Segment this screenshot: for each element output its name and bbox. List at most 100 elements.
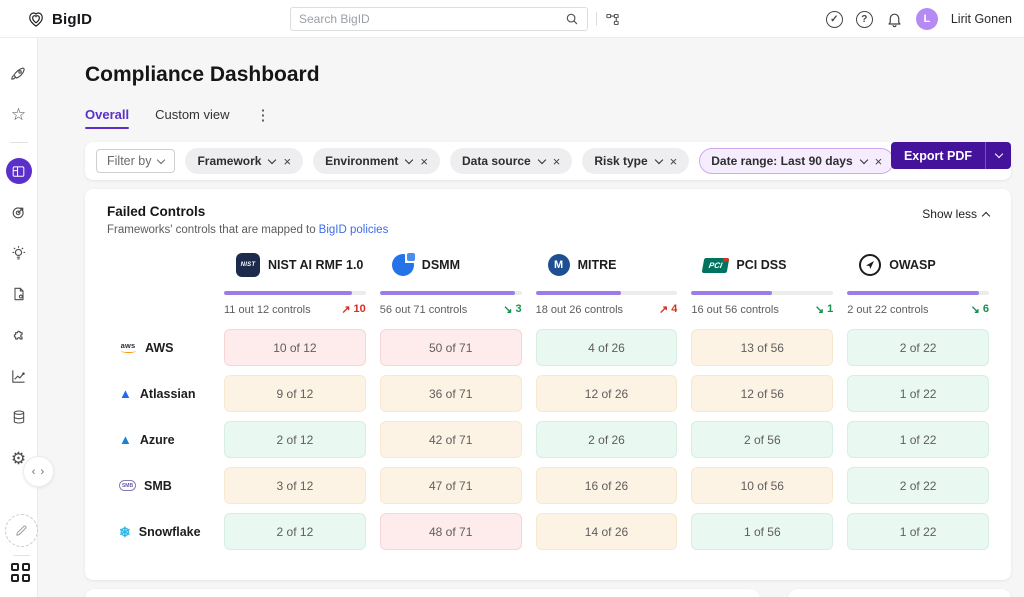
control-cell[interactable]: 36 of 71 (380, 375, 522, 412)
chevron-down-icon (537, 155, 545, 163)
pencil-icon (14, 523, 29, 538)
search-divider (596, 12, 597, 26)
filter-chip-date-range[interactable]: Date range: Last 90 days × (699, 148, 894, 174)
control-cell[interactable]: 48 of 71 (380, 513, 522, 550)
nist-logo-icon: NIST (236, 253, 260, 277)
remove-filter-icon[interactable]: × (670, 155, 678, 168)
sidebar-footer-divider (13, 555, 30, 556)
control-cell[interactable]: 3 of 12 (224, 467, 366, 504)
snowflake-logo-icon: ❄ (119, 525, 131, 539)
remove-filter-icon[interactable]: × (875, 155, 883, 168)
remove-filter-icon[interactable]: × (283, 155, 291, 168)
topbar-actions: ✓ ? L Lirit Gonen (826, 0, 1012, 38)
control-cell[interactable]: 12 of 56 (691, 375, 833, 412)
bigid-logo[interactable]: BigID (26, 0, 92, 38)
owasp-logo-icon (859, 254, 881, 276)
control-cell[interactable]: 10 of 12 (224, 329, 366, 366)
chevron-down-icon (994, 150, 1002, 158)
status-check-icon[interactable]: ✓ (826, 11, 843, 28)
user-avatar[interactable]: L (916, 8, 938, 30)
analytics-chart-icon[interactable] (6, 363, 32, 389)
tab-custom-view[interactable]: Custom view (155, 107, 229, 129)
control-cell[interactable]: 47 of 71 (380, 467, 522, 504)
show-less-toggle[interactable]: Show less (922, 207, 989, 221)
lightbulb-icon[interactable] (6, 240, 32, 266)
export-pdf-button[interactable]: Export PDF (891, 142, 1011, 169)
puzzle-icon[interactable] (6, 322, 32, 348)
trend-indicator: ↘3 (503, 303, 521, 316)
filter-chip-framework[interactable]: Framework × (185, 148, 303, 174)
control-cell[interactable]: 13 of 56 (691, 329, 833, 366)
control-cell[interactable]: 2 of 26 (536, 421, 678, 458)
failed-controls-card: Failed Controls Frameworks' controls tha… (85, 189, 1011, 580)
control-cell[interactable]: 14 of 26 (536, 513, 678, 550)
tab-overall[interactable]: Overall (85, 107, 129, 129)
notifications-bell-icon[interactable] (886, 11, 903, 28)
trend-indicator: ↘6 (971, 303, 989, 316)
controls-table: aws AWS 10 of 12 50 of 71 4 of 26 13 of … (107, 329, 989, 550)
tabs-more-menu-icon[interactable]: ⋮ (256, 106, 271, 130)
control-cell[interactable]: 16 of 26 (536, 467, 678, 504)
topbar: BigID ✓ ? L Lirit Gonen (0, 0, 1024, 38)
framework-mitre: M MITRE 18 out 26 controls ↗4 (536, 252, 678, 316)
favorites-star-icon[interactable]: ☆ (6, 101, 32, 127)
policies-doc-icon[interactable] (6, 281, 32, 307)
control-cell[interactable]: 12 of 26 (536, 375, 678, 412)
database-icon[interactable] (6, 404, 32, 430)
control-cell[interactable]: 4 of 26 (536, 329, 678, 366)
apps-grid-icon[interactable] (11, 563, 30, 582)
control-cell[interactable]: 50 of 71 (380, 329, 522, 366)
filter-chip-risk-type[interactable]: Risk type × (582, 148, 689, 174)
framework-dsmm: DSMM 56 out 71 controls ↘3 (380, 252, 522, 316)
bigid-fingerprint-icon (26, 9, 46, 29)
control-cell[interactable]: 2 of 56 (691, 421, 833, 458)
atlassian-logo-icon: ▲ (119, 387, 132, 400)
trend-indicator: ↗10 (341, 303, 365, 316)
control-cell[interactable]: 1 of 56 (691, 513, 833, 550)
control-cell[interactable]: 10 of 56 (691, 467, 833, 504)
global-search (290, 7, 620, 31)
chevron-down-icon (859, 155, 867, 163)
aws-logo-icon: aws (119, 342, 137, 354)
filter-chip-data-source[interactable]: Data source × (450, 148, 572, 174)
advanced-search-icon[interactable] (605, 12, 620, 27)
datasource-snowflake: ❄ Snowflake (107, 525, 210, 539)
control-cell[interactable]: 1 of 22 (847, 421, 989, 458)
dsmm-logo-icon (392, 254, 414, 276)
datasource-smb: SMB SMB (107, 479, 210, 493)
remove-filter-icon[interactable]: × (553, 155, 561, 168)
progress-bar (691, 291, 833, 295)
filter-by-dropdown[interactable]: Filter by (96, 149, 175, 173)
search-input[interactable] (299, 12, 565, 26)
search-icon[interactable] (565, 12, 579, 26)
progress-bar (847, 291, 989, 295)
edit-dashboard-button[interactable] (5, 514, 38, 547)
control-cell[interactable]: 2 of 12 (224, 421, 366, 458)
partial-card (85, 589, 760, 597)
filter-chip-environment[interactable]: Environment × (313, 148, 440, 174)
page-title: Compliance Dashboard (85, 63, 1011, 87)
progress-bar (224, 291, 366, 295)
export-dropdown-caret[interactable] (985, 142, 1011, 169)
target-icon[interactable] (6, 199, 32, 225)
bigid-policies-link[interactable]: BigID policies (319, 224, 389, 236)
help-icon[interactable]: ? (856, 11, 873, 28)
failed-controls-title: Failed Controls (107, 204, 989, 219)
control-cell[interactable]: 2 of 22 (847, 329, 989, 366)
control-cell[interactable]: 2 of 12 (224, 513, 366, 550)
framework-header-row: NIST NIST AI RMF 1.0 11 out 12 controls … (107, 252, 989, 316)
control-cell[interactable]: 42 of 71 (380, 421, 522, 458)
control-cell[interactable]: 1 of 22 (847, 375, 989, 412)
remove-filter-icon[interactable]: × (420, 155, 428, 168)
sidebar-collapse-button[interactable]: ‹ › (23, 456, 54, 487)
rocket-icon[interactable] (6, 60, 32, 86)
dashboard-icon[interactable] (6, 158, 32, 184)
control-cell[interactable]: 2 of 22 (847, 467, 989, 504)
trend-indicator: ↗4 (659, 303, 677, 316)
search-box (290, 7, 588, 31)
control-cell[interactable]: 1 of 22 (847, 513, 989, 550)
datasource-atlassian: ▲ Atlassian (107, 387, 210, 401)
failed-controls-subtitle: Frameworks' controls that are mapped toB… (107, 224, 989, 236)
control-cell[interactable]: 9 of 12 (224, 375, 366, 412)
filter-bar: Filter by Framework × Environment × Data… (85, 142, 1011, 180)
